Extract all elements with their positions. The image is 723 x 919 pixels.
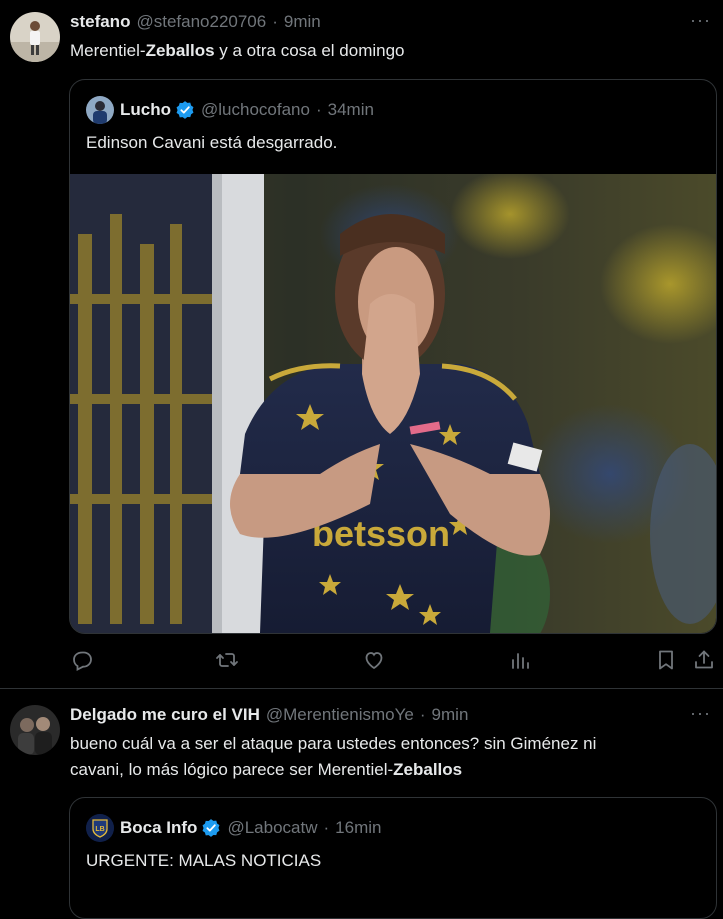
avatar-stefano[interactable] — [10, 12, 60, 62]
author-handle[interactable]: @stefano220706 — [136, 12, 266, 32]
verified-icon — [202, 819, 220, 837]
author-name[interactable]: stefano — [70, 12, 130, 32]
author-name[interactable]: Delgado me curo el VIH — [70, 705, 260, 725]
share-icon[interactable] — [692, 648, 716, 672]
separator-dot: · — [323, 818, 330, 837]
timestamp[interactable]: 9min — [432, 705, 469, 725]
avatar-delgado[interactable] — [10, 705, 60, 755]
tweet-text-bold: Zeballos — [393, 760, 463, 779]
quoted-tweet-header: LB Boca Info @Labocatw · 16min — [86, 814, 381, 842]
tweet-text-line: bueno cuál va a ser el ataque para usted… — [70, 734, 597, 753]
tweet-text-bold: Zeballos — [145, 41, 215, 60]
tweet-header: stefano @stefano220706 · 9min — [70, 12, 321, 32]
tweet-header: Delgado me curo el VIH @MerentienismoYe … — [70, 705, 468, 725]
tweet-stefano[interactable]: stefano @stefano220706 · 9min ··· Merent… — [0, 0, 723, 688]
timestamp[interactable]: 9min — [284, 12, 321, 32]
reply-icon[interactable] — [70, 648, 94, 672]
separator-dot: · — [315, 100, 322, 119]
avatar-lucho[interactable] — [86, 96, 114, 124]
views-icon[interactable] — [508, 648, 532, 672]
tweet-text: Merentiel-Zeballos y a otra cosa el domi… — [70, 38, 405, 64]
like-icon[interactable] — [362, 648, 386, 672]
tweet-text-line: cavani, lo más lógico parece ser Merenti… — [70, 757, 710, 783]
tweet-text-part: cavani, lo más lógico parece ser Merenti… — [70, 760, 394, 779]
tweet-text-part: Merentiel- — [70, 41, 146, 60]
quoted-tweet[interactable]: LB Boca Info @Labocatw · 16min URGENTE: … — [69, 797, 717, 919]
quoted-tweet[interactable]: Lucho @luchocofano · 34min Edinson Cavan… — [69, 79, 717, 634]
tweet-text-part: y a otra cosa el domingo — [214, 41, 405, 60]
quoted-tweet-text: URGENTE: MALAS NOTICIAS — [86, 851, 322, 870]
quoted-author-handle[interactable]: @luchocofano — [201, 100, 310, 120]
quoted-timestamp[interactable]: 16min — [335, 818, 381, 838]
avatar-boca-info[interactable]: LB — [86, 814, 114, 842]
quoted-author-handle[interactable]: @Labocatw — [227, 818, 317, 838]
quoted-author-name[interactable]: Lucho — [120, 100, 171, 120]
verified-icon — [176, 101, 194, 119]
author-handle[interactable]: @MerentienismoYe — [266, 705, 414, 725]
bookmark-icon[interactable] — [654, 648, 678, 672]
quoted-tweet-image[interactable]: betsson — [70, 174, 716, 633]
avatar-boca-info-text: LB — [95, 826, 104, 833]
quoted-tweet-header: Lucho @luchocofano · 34min — [86, 96, 374, 124]
separator-dot: · — [272, 12, 278, 31]
more-icon[interactable]: ··· — [690, 10, 711, 31]
quoted-timestamp[interactable]: 34min — [328, 100, 374, 120]
action-bar — [70, 648, 716, 674]
tweet-delgado[interactable]: Delgado me curo el VIH @MerentienismoYe … — [0, 689, 723, 919]
quoted-tweet-text: Edinson Cavani está desgarrado. — [86, 133, 338, 152]
quoted-author-name[interactable]: Boca Info — [120, 818, 197, 838]
separator-dot: · — [419, 705, 426, 724]
tweet-text: bueno cuál va a ser el ataque para usted… — [70, 731, 710, 783]
retweet-icon[interactable] — [215, 648, 239, 672]
more-icon[interactable]: ··· — [690, 703, 711, 724]
